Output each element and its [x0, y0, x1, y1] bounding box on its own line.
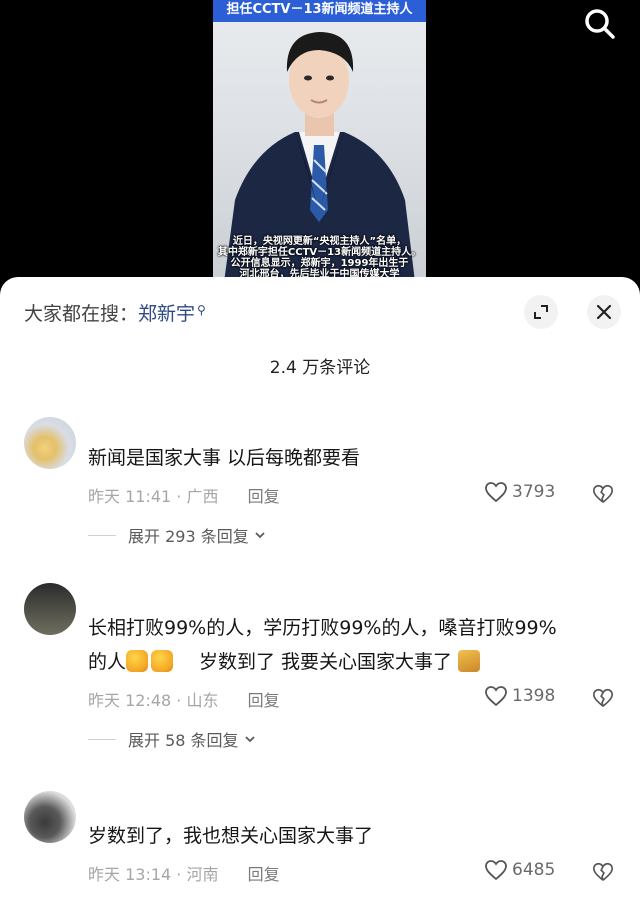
heart-icon [485, 482, 507, 503]
comment-meta: 昨天 13:14 · 河南 回复 [88, 865, 280, 884]
comment-text: 新闻是国家大事 以后每晚都要看 [88, 447, 361, 469]
comment-sheet: 大家都在搜：郑新宇 ⚲ 2.4 万条评论 新闻是国家大事 以后每晚都要看 昨天 1… [0, 277, 640, 904]
video-player[interactable]: 担任CCTV－13新闻频道主持人 近日，央视网更新“央视主持人”名单， 其中郑新… [0, 0, 640, 300]
close-sheet-button[interactable] [587, 295, 621, 329]
like-count: 1398 [512, 686, 556, 706]
expand-replies-button[interactable]: 展开 58 条回复 [88, 727, 257, 751]
expand-sheet-button[interactable] [524, 295, 558, 329]
thumbs-up-emoji [126, 650, 149, 672]
like-button[interactable]: 6485 [484, 859, 555, 881]
avatar[interactable] [24, 417, 76, 469]
close-icon [596, 304, 612, 320]
trending-search[interactable]: 大家都在搜：郑新宇 ⚲ [24, 299, 206, 326]
divider [88, 534, 116, 536]
reply-button[interactable]: 回复 [248, 691, 280, 710]
comment-count: 2.4 万条评论 [269, 358, 371, 378]
search-icon [585, 9, 615, 39]
expand-icon [534, 305, 548, 319]
avatar[interactable] [24, 791, 76, 843]
comment-location: 河南 [186, 865, 219, 884]
like-count: 6485 [512, 860, 556, 880]
comment-text-line: 长相打败99%的人，学历打败99%的人，嗓音打败99% [88, 617, 557, 639]
search-button[interactable] [580, 4, 620, 44]
divider [88, 738, 116, 740]
broken-heart-icon[interactable] [592, 687, 614, 709]
comment-time: 昨天 13:14 [88, 865, 172, 884]
thumbs-up-emoji [151, 650, 174, 672]
comment-text: 岁数到了，我也想关心国家大事了 [88, 825, 374, 847]
cat-emoji [458, 650, 481, 672]
comment-meta: 昨天 12:48 · 山东 回复 [88, 691, 280, 710]
avatar[interactable] [24, 583, 76, 635]
like-button[interactable]: 3793 [484, 481, 555, 503]
video-frame[interactable]: 担任CCTV－13新闻频道主持人 近日，央视网更新“央视主持人”名单， 其中郑新… [213, 0, 426, 290]
comment-location: 山东 [186, 691, 219, 710]
video-caption: 近日，央视网更新“央视主持人”名单， 其中郑新宇担任CCTV－13新闻频道主持人… [217, 236, 422, 280]
reply-button[interactable]: 回复 [248, 487, 280, 506]
broken-heart-icon[interactable] [592, 861, 614, 883]
comment-location: 广西 [186, 487, 219, 506]
chevron-down-icon [255, 532, 265, 539]
comment-time: 昨天 12:48 [88, 691, 172, 710]
like-count: 3793 [512, 482, 556, 502]
comment-meta: 昨天 11:41 · 广西 回复 [88, 487, 280, 506]
comment-text: 长相打败99%的人，学历打败99%的人，嗓音打败99% 的人 岁数到了 我要关心国… [88, 611, 618, 679]
reply-button[interactable]: 回复 [248, 865, 280, 884]
small-search-icon: ⚲ [197, 303, 206, 317]
like-button[interactable]: 1398 [484, 685, 555, 707]
chevron-down-icon [244, 736, 255, 743]
comment-time: 昨天 11:41 [88, 487, 172, 506]
heart-icon [485, 686, 507, 707]
comment-text-part: 的人 [88, 651, 127, 673]
comment-text-line: 的人 岁数到了 我要关心国家大事了 [88, 645, 618, 679]
trending-search-prefix: 大家都在搜： [24, 303, 139, 325]
broken-heart-icon[interactable] [592, 483, 614, 505]
expand-replies-label: 展开 58 条回复 [128, 731, 239, 750]
expand-replies-button[interactable]: 展开 293 条回复 [88, 523, 267, 547]
trending-search-keyword[interactable]: 郑新宇 [138, 303, 195, 325]
heart-icon [485, 860, 507, 881]
expand-replies-label: 展开 293 条回复 [128, 527, 249, 546]
comment-text-part: 岁数到了 我要关心国家大事了 [199, 651, 453, 673]
